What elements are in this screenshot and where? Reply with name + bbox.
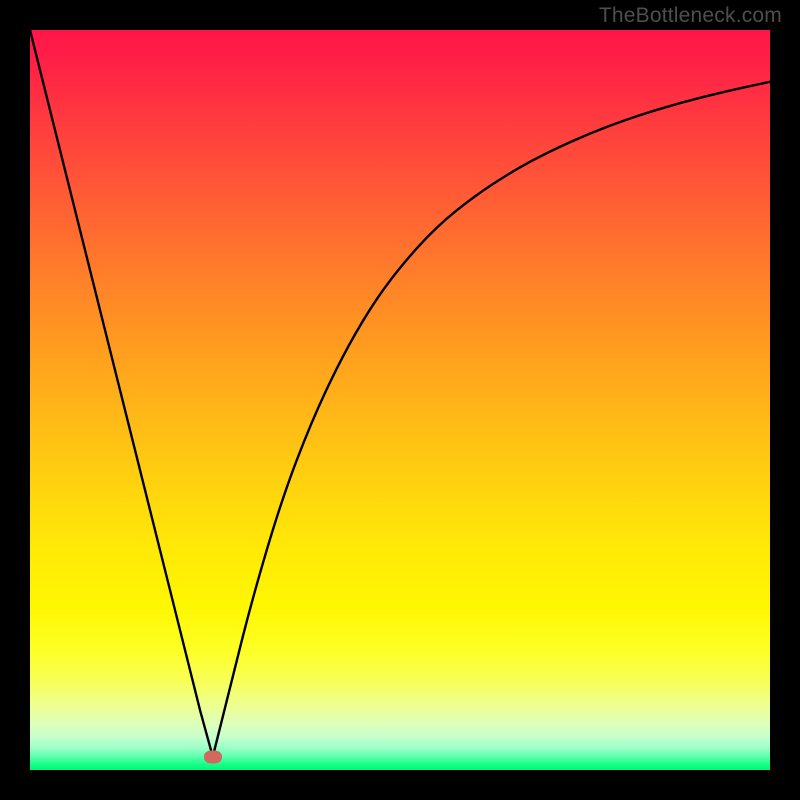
- curve-left-branch: [30, 30, 213, 757]
- chart-frame: TheBottleneck.com: [0, 0, 800, 800]
- curve-right-branch: [213, 82, 770, 757]
- minimum-marker: [204, 750, 222, 763]
- bottleneck-curve: [30, 30, 770, 770]
- plot-area: [30, 30, 770, 770]
- watermark-text: TheBottleneck.com: [599, 4, 782, 28]
